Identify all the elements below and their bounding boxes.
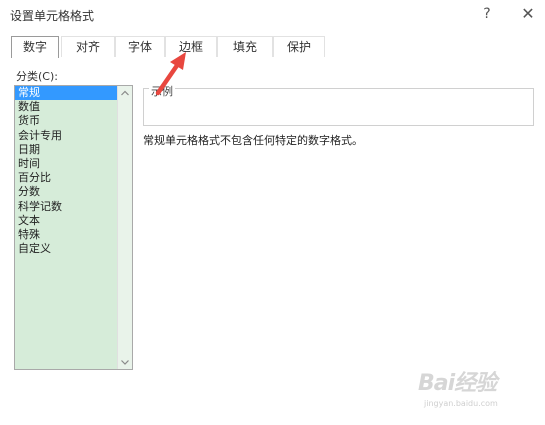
watermark-brand: Bai经验 — [418, 371, 497, 396]
annotation-arrow-icon — [155, 52, 186, 96]
watermark-domain: jingyan.baidu.com — [424, 399, 498, 408]
watermark: Bai经验 jingyan.baidu.com — [418, 365, 528, 417]
